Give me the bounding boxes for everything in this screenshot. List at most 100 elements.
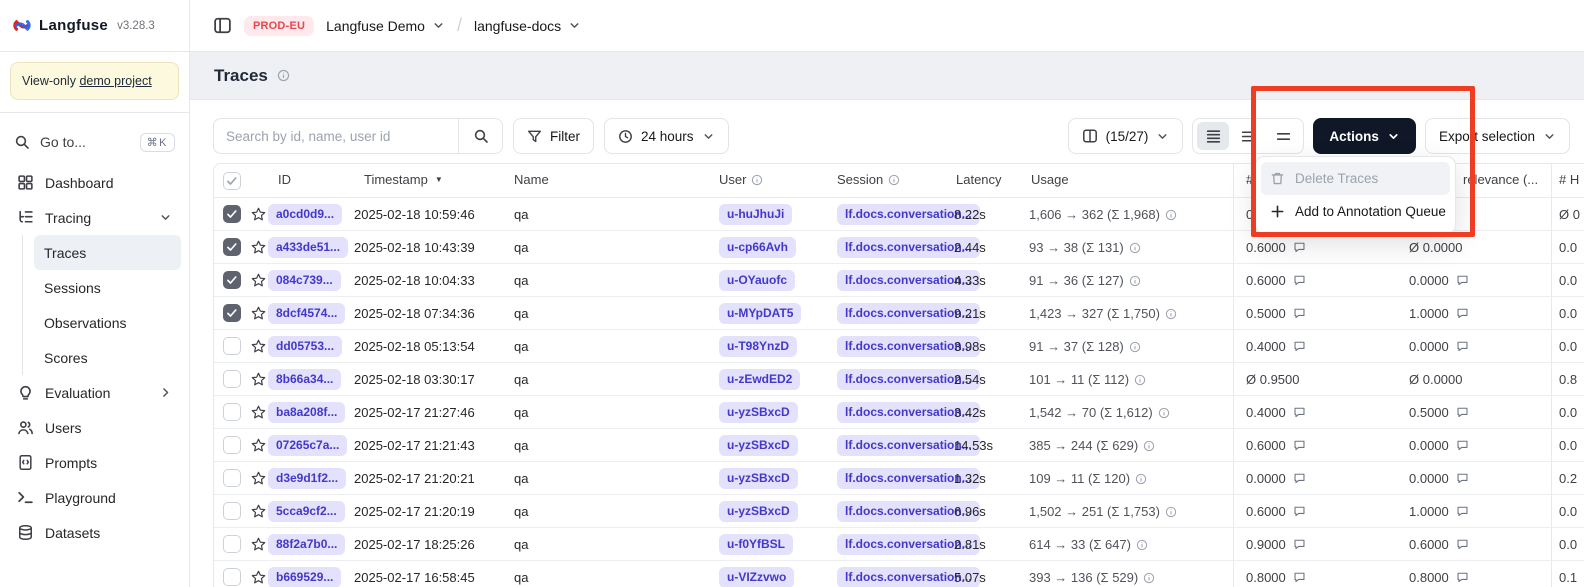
info-icon[interactable] [1129,341,1141,353]
trace-id-badge[interactable]: 084c739... [268,270,341,290]
user-id-badge[interactable]: u-cp66Avh [719,237,796,257]
comment-bubble-icon[interactable] [1456,505,1469,518]
table-row[interactable]: a433de51... 2025-02-18 10:43:39 qa u-cp6… [214,231,1584,264]
info-icon[interactable] [277,69,290,82]
goto-search[interactable]: Go to... ⌘K [0,121,189,163]
sidebar-item-sessions[interactable]: Sessions [34,270,181,305]
comment-bubble-icon[interactable] [1293,274,1306,287]
user-id-badge[interactable]: u-VIZzvwo [719,567,794,587]
row-checkbox[interactable] [223,304,241,322]
col-header-name[interactable]: Name [514,172,549,187]
info-icon[interactable] [1143,440,1155,452]
comment-bubble-icon[interactable] [1293,439,1306,452]
user-id-badge[interactable]: u-OYauofc [719,270,795,290]
info-icon[interactable] [1129,275,1141,287]
trace-id-badge[interactable]: 07265c7a... [268,435,347,455]
comment-bubble-icon[interactable] [1456,538,1469,551]
trace-id-badge[interactable]: ba8a208f... [268,402,345,422]
table-row[interactable]: 084c739... 2025-02-18 10:04:33 qa u-OYau… [214,264,1584,297]
trace-id-badge[interactable]: 8b66a34... [268,369,341,389]
row-checkbox[interactable] [223,271,241,289]
search-submit-icon[interactable] [459,118,502,154]
user-id-badge[interactable]: u-yzSBxcD [719,435,798,455]
col-header-usage[interactable]: Usage [1031,172,1069,187]
row-checkbox[interactable] [223,205,241,223]
bookmark-star-icon[interactable] [250,569,267,586]
info-icon[interactable] [1165,506,1177,518]
comment-bubble-icon[interactable] [1456,571,1469,584]
user-id-badge[interactable]: u-yzSBxcD [719,402,798,422]
trace-id-badge[interactable]: 88f2a7b0... [268,534,345,554]
user-id-badge[interactable]: u-yzSBxcD [719,501,798,521]
column-visibility-button[interactable]: (15/27) [1068,118,1184,154]
col-header-timestamp[interactable]: Timestamp▼ [364,172,443,187]
comment-bubble-icon[interactable] [1293,241,1306,254]
bookmark-star-icon[interactable] [250,338,267,355]
comment-bubble-icon[interactable] [1456,439,1469,452]
table-row[interactable]: d3e9d1f2... 2025-02-17 21:20:21 qa u-yzS… [214,462,1584,495]
col-header-session[interactable]: Session [837,172,900,187]
info-icon[interactable] [1129,242,1141,254]
row-checkbox[interactable] [223,238,241,256]
info-icon[interactable] [1135,473,1147,485]
info-icon[interactable] [1165,209,1177,221]
info-icon[interactable] [1158,407,1170,419]
filter-button[interactable]: Filter [513,118,594,154]
row-checkbox[interactable] [223,370,241,388]
trace-id-badge[interactable]: dd05753... [268,336,342,356]
project-selector[interactable]: langfuse-docs [474,18,581,34]
row-checkbox[interactable] [223,568,241,586]
row-checkbox[interactable] [223,337,241,355]
bookmark-star-icon[interactable] [250,206,267,223]
row-height-small-button[interactable] [1197,122,1229,150]
sidebar-item-tracing[interactable]: Tracing [8,200,181,235]
comment-bubble-icon[interactable] [1456,406,1469,419]
export-selection-button[interactable]: Export selection [1425,118,1570,154]
trace-id-badge[interactable]: 8dcf4574... [268,303,345,323]
col-header-relevance[interactable]: relevance (... [1463,172,1538,187]
table-row[interactable]: 5cca9cf2... 2025-02-17 21:20:19 qa u-yzS… [214,495,1584,528]
comment-bubble-icon[interactable] [1293,538,1306,551]
menu-item-add-to-annotation-queue[interactable]: Add to Annotation Queue [1261,195,1450,228]
row-checkbox[interactable] [223,469,241,487]
row-checkbox[interactable] [223,403,241,421]
bookmark-star-icon[interactable] [250,404,267,421]
sidebar-item-users[interactable]: Users [8,410,181,445]
table-row[interactable]: 8b66a34... 2025-02-18 03:30:17 qa u-zEwd… [214,363,1584,396]
user-id-badge[interactable]: u-huJhuJi [719,204,792,224]
comment-bubble-icon[interactable] [1293,307,1306,320]
user-id-badge[interactable]: u-zEwdED2 [719,369,800,389]
sidebar-item-datasets[interactable]: Datasets [8,515,181,550]
actions-button[interactable]: Actions [1313,118,1416,154]
row-height-medium-button[interactable] [1232,122,1264,150]
table-row[interactable]: dd05753... 2025-02-18 05:13:54 qa u-T98Y… [214,330,1584,363]
comment-bubble-icon[interactable] [1293,406,1306,419]
info-icon[interactable] [1134,374,1146,386]
col-header-latency[interactable]: Latency [956,172,1002,187]
col-header-id[interactable]: ID [278,172,291,187]
col-header-score-group[interactable]: # [1246,172,1253,187]
comment-bubble-icon[interactable] [1456,472,1469,485]
col-header-user[interactable]: User [719,172,763,187]
info-icon[interactable] [1165,308,1177,320]
menu-item-delete-traces[interactable]: Delete Traces [1261,162,1450,195]
user-id-badge[interactable]: u-f0YfBSL [719,534,793,554]
comment-bubble-icon[interactable] [1456,274,1469,287]
user-id-badge[interactable]: u-yzSBxcD [719,468,798,488]
table-row[interactable]: ba8a208f... 2025-02-17 21:27:46 qa u-yzS… [214,396,1584,429]
comment-bubble-icon[interactable] [1456,340,1469,353]
select-all-checkbox[interactable] [223,172,241,190]
table-row[interactable]: 88f2a7b0... 2025-02-17 18:25:26 qa u-f0Y… [214,528,1584,561]
row-checkbox[interactable] [223,535,241,553]
sidebar-item-playground[interactable]: Playground [8,480,181,515]
bookmark-star-icon[interactable] [250,437,267,454]
trace-id-badge[interactable]: a433de51... [268,237,348,257]
sidebar-item-prompts[interactable]: Prompts [8,445,181,480]
bookmark-star-icon[interactable] [250,305,267,322]
comment-bubble-icon[interactable] [1293,340,1306,353]
sidebar-item-scores[interactable]: Scores [34,340,181,375]
trace-id-badge[interactable]: a0cd0d9... [268,204,342,224]
user-id-badge[interactable]: u-T98YnzD [719,336,797,356]
row-checkbox[interactable] [223,436,241,454]
info-icon[interactable] [1143,572,1155,584]
